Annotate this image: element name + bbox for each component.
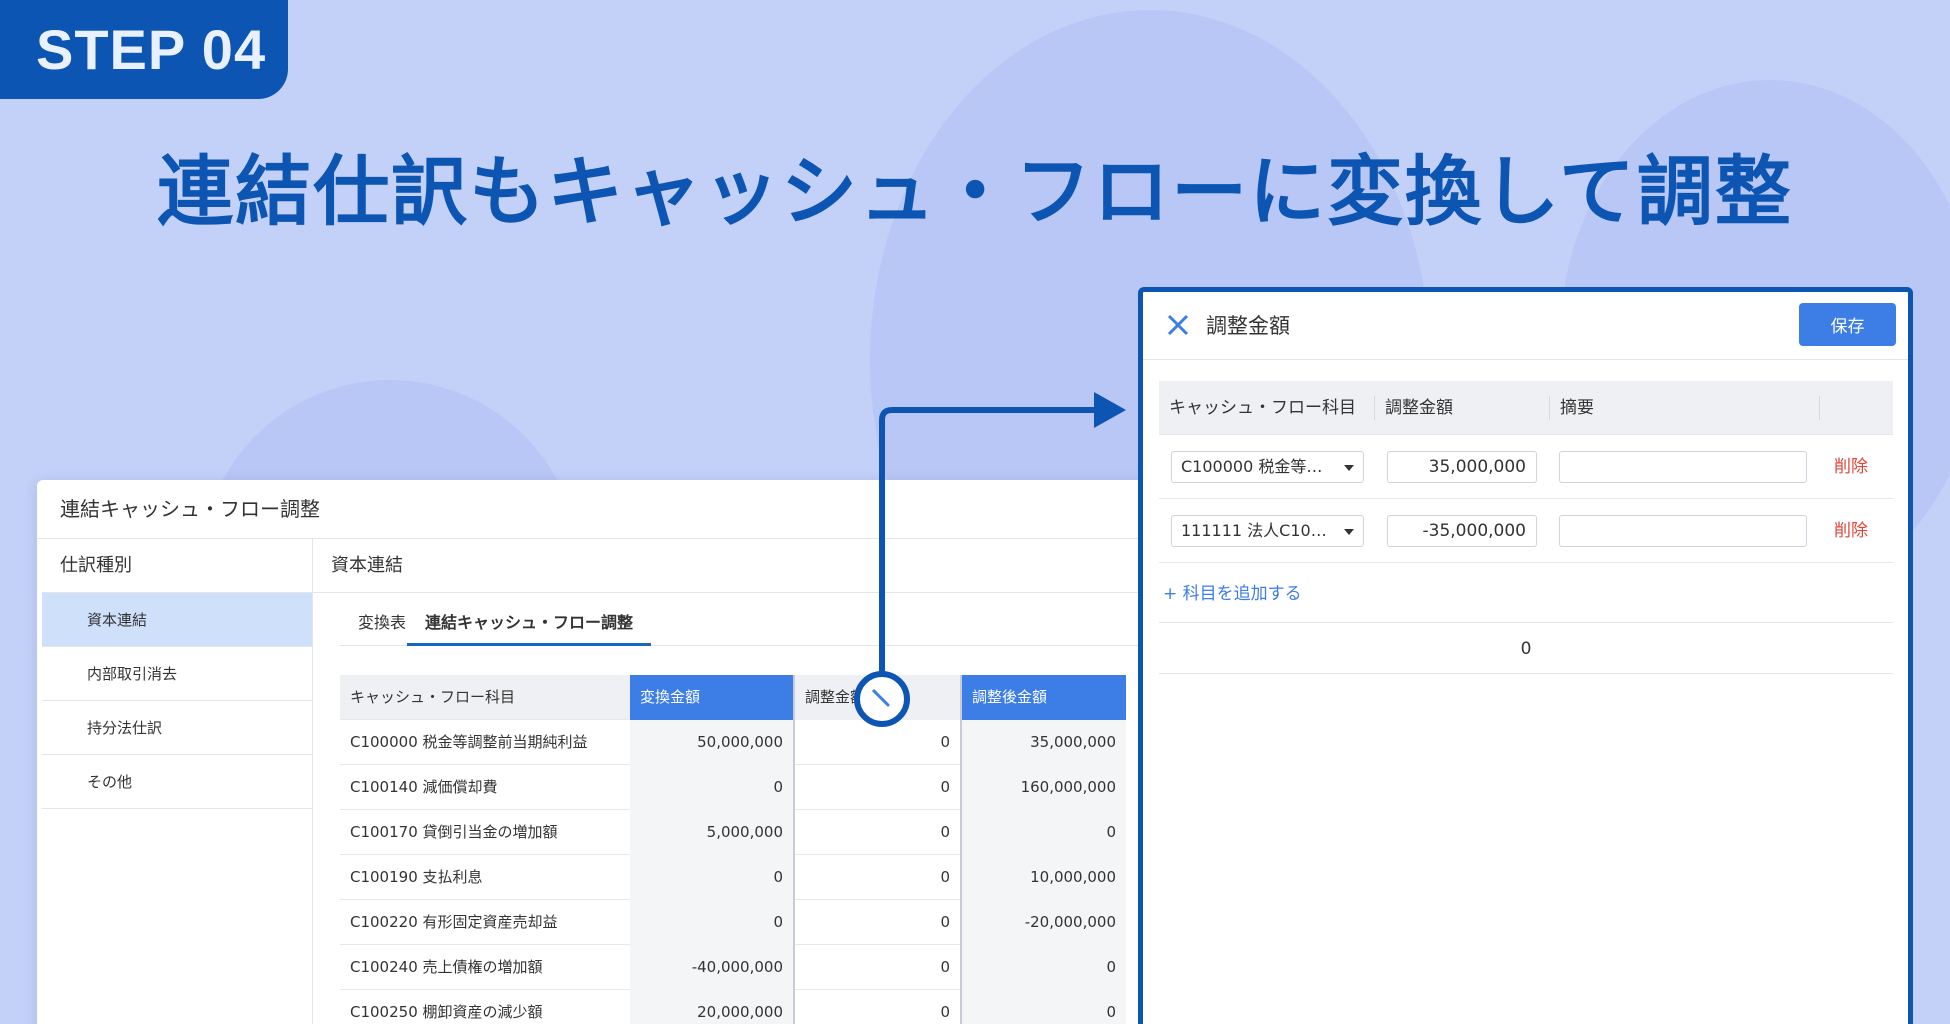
column-header-amount: 調整金額 — [1374, 396, 1453, 420]
dialog-title: 調整金額 — [1206, 314, 1290, 338]
dialog-header: 調整金額 保存 — [1143, 292, 1908, 360]
selected-account: 111111 法人C10… — [1181, 521, 1327, 540]
adjustment-entry-row: C100000 税金等… 35,000,000 削除 — [1159, 435, 1893, 499]
chevron-down-icon — [1344, 529, 1354, 535]
amount-input[interactable]: -35,000,000 — [1387, 515, 1537, 547]
column-header-memo: 摘要 — [1549, 396, 1594, 420]
total-amount: 0 — [1159, 622, 1893, 674]
memo-input[interactable] — [1559, 515, 1807, 547]
save-button[interactable]: 保存 — [1799, 303, 1896, 346]
delete-button[interactable]: 削除 — [1834, 435, 1868, 499]
dialog-table-header: キャッシュ・フロー科目 調整金額 摘要 — [1159, 381, 1893, 435]
cf-account-select[interactable]: 111111 法人C10… — [1171, 515, 1364, 547]
amount-input[interactable]: 35,000,000 — [1387, 451, 1537, 483]
memo-input[interactable] — [1559, 451, 1807, 483]
selected-account: C100000 税金等… — [1181, 457, 1323, 476]
cf-account-select[interactable]: C100000 税金等… — [1171, 451, 1364, 483]
column-header-cf-account: キャッシュ・フロー科目 — [1169, 398, 1356, 418]
column-divider — [1819, 396, 1830, 420]
chevron-down-icon — [1344, 465, 1354, 471]
adjustment-amount-dialog: 調整金額 保存 キャッシュ・フロー科目 調整金額 摘要 C100000 税金等…… — [1138, 287, 1913, 1024]
add-account-link[interactable]: + 科目を追加する — [1163, 579, 1302, 604]
adjustment-entry-row: 111111 法人C10… -35,000,000 削除 — [1159, 499, 1893, 563]
close-icon[interactable] — [1165, 312, 1191, 338]
delete-button[interactable]: 削除 — [1834, 499, 1868, 563]
adjustment-entries-table: キャッシュ・フロー科目 調整金額 摘要 C100000 税金等… 35,000,… — [1159, 381, 1893, 563]
